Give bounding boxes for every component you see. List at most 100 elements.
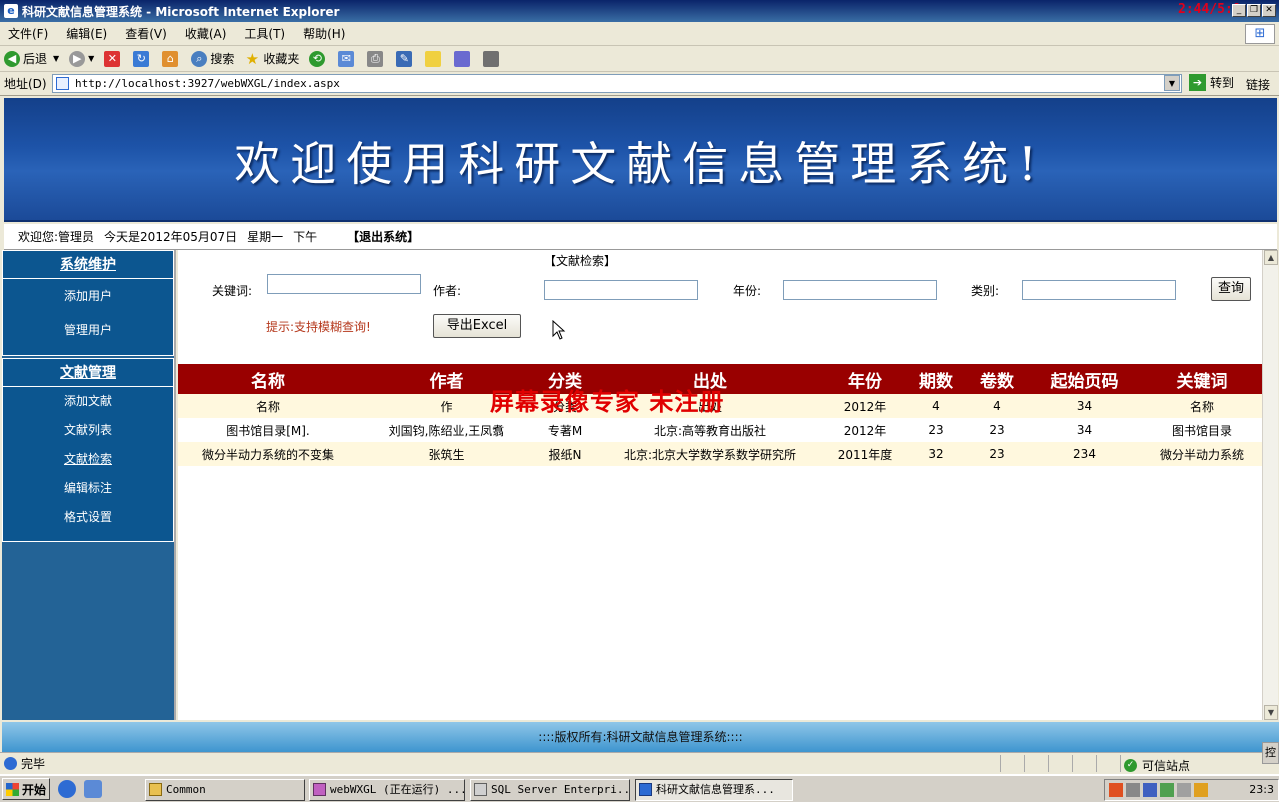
ime-icon[interactable] [1109,783,1123,797]
maximize-button[interactable]: ❐ [1247,4,1261,17]
control-button[interactable]: 控 [1262,742,1279,764]
menu-view[interactable]: 查看(V) [125,25,167,42]
sidebar-item-literature-list[interactable]: 文献列表 [3,416,173,445]
back-button[interactable]: ◀ 后退 ▼ [4,50,59,67]
menu-favorites[interactable]: 收藏(A) [185,25,227,42]
weekday-text: 星期一 [247,230,284,244]
keyword-input[interactable] [267,274,421,294]
table-cell: 微分半动力系统 [1142,442,1262,466]
table-cell: 图书馆目录[M]. [178,418,358,442]
start-button[interactable]: 开始 [2,778,50,800]
sidebar-item-edit-annotation[interactable]: 编辑标注 [3,474,173,503]
discuss-button[interactable] [425,50,444,67]
minimize-button[interactable]: _ [1232,4,1246,17]
sidebar-section-title[interactable]: 系统维护 [3,251,173,279]
taskbar-item-sql[interactable]: SQL Server Enterpri... [470,779,630,801]
history-button[interactable]: ⟲ [309,50,328,67]
table-cell: 2012年 [825,394,905,418]
table-cell: 北京:高等教育出版社 [595,418,825,442]
stop-button[interactable]: ✕ [104,50,123,67]
home-button[interactable]: ⌂ [162,50,181,67]
security-icon[interactable] [1160,783,1174,797]
monitor-icon[interactable] [1143,783,1157,797]
table-cell: 32 [905,442,967,466]
table-cell: 刘国钧,陈绍业,王凤翥 [358,418,535,442]
table-cell: 名称 [1142,394,1262,418]
taskbar-item-ie[interactable]: 科研文献信息管理系... [635,779,793,801]
status-divider [1120,755,1121,772]
year-input[interactable] [783,280,937,300]
forward-button[interactable]: ▶ ▼ [69,50,94,67]
address-input[interactable]: http://localhost:3927/webWXGL/index.aspx [52,74,1182,93]
go-button[interactable]: ➔ 转到 [1189,74,1234,91]
category-input[interactable] [1022,280,1176,300]
scroll-down-icon[interactable]: ▼ [1264,705,1278,720]
home-icon: ⌂ [162,50,179,67]
menu-file[interactable]: 文件(F) [8,25,48,42]
table-cell: 微分半动力系统的不变集 [178,442,358,466]
sidebar-item-add-user[interactable]: 添加用户 [3,282,173,311]
query-button[interactable]: 查询 [1211,277,1251,301]
page-icon [56,77,69,90]
period-text: 下午 [293,230,318,244]
sidebar-item-manage-user[interactable]: 管理用户 [3,316,173,345]
edit-button[interactable]: ✎ [396,50,415,67]
desktop-quicklaunch-icon[interactable] [84,780,102,798]
author-label: 作者: [433,284,462,298]
volume-icon[interactable] [1177,783,1191,797]
sidebar-item-format-settings[interactable]: 格式设置 [3,503,173,532]
main-content: 【文献检索】 关键词: 作者: 年份: 类别: 查询 提示:支持模糊查询! 导出… [178,250,1262,720]
stop-icon: ✕ [104,50,121,67]
sidebar-section-title[interactable]: 文献管理 [3,359,173,387]
status-divider [1072,755,1073,772]
table-cell: 4 [905,394,967,418]
scroll-up-icon[interactable]: ▲ [1264,250,1278,265]
refresh-button[interactable]: ↻ [133,50,152,67]
vertical-scrollbar[interactable]: ▲ ▼ [1262,250,1278,720]
close-button[interactable]: ✕ [1262,4,1276,17]
chevron-down-icon: ▼ [53,54,60,63]
sidebar-item-literature-search[interactable]: 文献检索 [3,445,173,474]
search-button[interactable]: ⌕ 搜索 [191,50,234,67]
messenger-button[interactable] [454,50,473,67]
favorites-button[interactable]: ★ 收藏夹 [244,50,300,67]
table-cell: 34 [1027,394,1142,418]
page-footer: ::::版权所有:科研文献信息管理系统:::: [2,722,1279,752]
export-excel-button[interactable]: 导出Excel [433,314,521,338]
status-divider [1000,755,1001,772]
column-header: 起始页码 [1027,364,1142,394]
table-cell: 4 [967,394,1027,418]
system-tray: 23:3 [1104,779,1279,801]
menu-edit[interactable]: 编辑(E) [66,25,107,42]
taskbar-item-vs[interactable]: webWXGL (正在运行) ... [309,779,465,801]
mail-button[interactable]: ✉ [338,50,357,67]
address-label: 地址(D) [4,77,47,91]
table-cell: 2012年 [825,418,905,442]
research-button[interactable] [483,50,502,67]
category-label: 类别: [971,284,1000,298]
logout-link[interactable]: 【退出系统】 [347,228,419,245]
sidebar-item-add-literature[interactable]: 添加文献 [3,387,173,416]
fuzzy-search-hint: 提示:支持模糊查询! [266,320,371,334]
menu-help[interactable]: 帮助(H) [303,25,345,42]
status-divider [1096,755,1097,772]
messenger-icon [454,50,471,67]
mail-icon: ✉ [338,50,355,67]
table-cell: 张筑生 [358,442,535,466]
author-input[interactable] [544,280,698,300]
update-icon[interactable] [1194,783,1208,797]
status-divider [1024,755,1025,772]
links-button[interactable]: 链接 [1246,76,1270,93]
network-icon[interactable] [1126,783,1140,797]
taskbar: 开始 Common webWXGL (正在运行) ... SQL Server … [0,774,1279,802]
print-button[interactable]: ⎙ [367,50,386,67]
table-cell: 名称 [178,394,358,418]
ie-quicklaunch-icon[interactable] [58,780,76,798]
recorder-watermark: 屏幕录像专家 未注册 [490,387,725,416]
table-row: 图书馆目录[M]. 刘国钧,陈绍业,王凤翥 专著M 北京:高等教育出版社 201… [178,418,1262,442]
table-cell: 23 [967,418,1027,442]
menu-tools[interactable]: 工具(T) [244,25,285,42]
year-label: 年份: [733,284,762,298]
address-dropdown-button[interactable]: ▼ [1164,75,1180,91]
taskbar-item-common[interactable]: Common [145,779,305,801]
